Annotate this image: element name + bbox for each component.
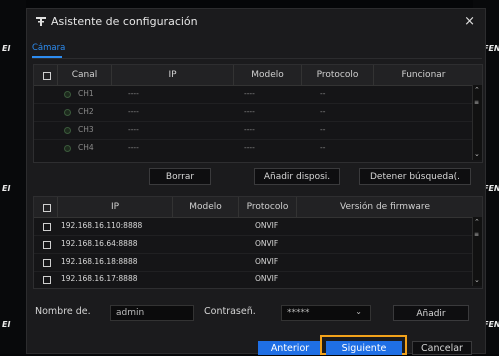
- add-button[interactable]: Añadir: [393, 305, 469, 321]
- ip-cell: 192.168.16.18:8888: [61, 257, 138, 266]
- ip-cell: 192.168.16.17:8888: [61, 274, 138, 283]
- tab-camera[interactable]: Cámara: [32, 43, 65, 53]
- channel-cell: CH4: [78, 143, 94, 152]
- select-all-cell: [34, 65, 58, 85]
- scroll-down-icon[interactable]: ⌄: [474, 151, 480, 158]
- password-input[interactable]: ***** ⌄: [281, 305, 371, 321]
- edge-text: EI: [2, 44, 11, 53]
- table-row[interactable]: 192.168.16.18:8888 ONVIF: [34, 253, 482, 272]
- wizard-icon: [36, 17, 46, 26]
- table-row[interactable]: CH2 ---- ---- --: [34, 103, 482, 122]
- row-checkbox[interactable]: [43, 241, 51, 249]
- col-model: Modelo: [173, 197, 239, 217]
- select-all-checkbox[interactable]: [43, 72, 51, 80]
- scroll-down-icon[interactable]: ⌄: [474, 277, 480, 284]
- dropdown-icon[interactable]: ⌄: [355, 305, 362, 319]
- select-all-checkbox[interactable]: [43, 204, 51, 212]
- table-row[interactable]: 192.168.16.64:8888 ONVIF: [34, 235, 482, 254]
- status-dot: [64, 145, 71, 152]
- protocol-cell: ONVIF: [255, 274, 279, 283]
- protocol-cell: ONVIF: [255, 239, 279, 248]
- username-input[interactable]: admin: [110, 305, 194, 321]
- previous-button[interactable]: Anterior: [258, 341, 322, 355]
- username-label: Nombre de.: [35, 306, 91, 317]
- scroll-up-icon[interactable]: ⌃: [474, 219, 480, 226]
- row-checkbox[interactable]: [43, 223, 51, 231]
- channel-cell: CH2: [78, 107, 94, 116]
- password-value: *****: [287, 308, 310, 318]
- edge-text: EI: [2, 320, 11, 329]
- col-model: Modelo: [234, 65, 302, 85]
- delete-button[interactable]: Borrar: [149, 168, 211, 185]
- protocol-cell: --: [320, 107, 326, 116]
- ip-cell: ----: [128, 143, 139, 152]
- col-ip: IP: [58, 197, 173, 217]
- device-table-scrollbar[interactable]: ⌃ ≡ ⌄: [472, 85, 482, 160]
- setup-wizard-dialog: Asistente de configuración × Cámara Cana…: [26, 8, 486, 355]
- device-table-header: Canal IP Modelo Protocolo Funcionar: [34, 65, 482, 86]
- status-dot: [64, 91, 71, 98]
- edge-text: EI: [2, 184, 11, 193]
- protocol-cell: --: [320, 143, 326, 152]
- model-cell: ----: [244, 107, 255, 116]
- row-checkbox[interactable]: [43, 276, 51, 284]
- col-protocol: Protocolo: [302, 65, 374, 85]
- channel-cell: CH1: [78, 89, 94, 98]
- row-checkbox[interactable]: [43, 259, 51, 267]
- dialog-title: Asistente de configuración: [51, 15, 198, 28]
- search-table-scrollbar[interactable]: ⌃ ≡ ⌄: [472, 217, 482, 286]
- col-ip: IP: [112, 65, 234, 85]
- search-table-header: IP Modelo Protocolo Versión de firmware: [34, 197, 482, 218]
- table-row[interactable]: CH1 ---- ---- --: [34, 85, 482, 104]
- scroll-up-icon[interactable]: ⌃: [474, 87, 480, 94]
- protocol-cell: --: [320, 125, 326, 134]
- cancel-button[interactable]: Cancelar: [412, 341, 472, 355]
- table-row[interactable]: CH4 ---- ---- --: [34, 139, 482, 157]
- col-channel: Canal: [58, 65, 112, 85]
- select-all-cell: [34, 197, 58, 217]
- add-device-button[interactable]: Añadir disposi.: [254, 168, 340, 185]
- col-operate: Funcionar: [401, 70, 446, 80]
- status-dot: [64, 127, 71, 134]
- search-results-table: IP Modelo Protocolo Versión de firmware …: [33, 196, 483, 289]
- divider: [32, 58, 482, 59]
- password-label: Contraseñ.: [204, 306, 256, 317]
- model-cell: ----: [244, 125, 255, 134]
- close-icon[interactable]: ×: [464, 14, 475, 29]
- device-table: Canal IP Modelo Protocolo Funcionar CH1 …: [33, 64, 483, 163]
- next-button[interactable]: Siguiente: [326, 341, 402, 355]
- table-row[interactable]: 192.168.16.17:8888 ONVIF: [34, 271, 482, 287]
- col-protocol: Protocolo: [239, 197, 297, 217]
- col-firmware: Versión de firmware: [340, 202, 430, 212]
- ip-cell: 192.168.16.110:8888: [61, 221, 143, 230]
- background-left: EI EI EI: [0, 0, 26, 354]
- table-row[interactable]: 192.168.16.110:8888 ONVIF: [34, 217, 482, 236]
- status-dot: [64, 109, 71, 116]
- model-cell: ----: [244, 143, 255, 152]
- ip-cell: 192.168.16.64:8888: [61, 239, 138, 248]
- model-cell: ----: [244, 89, 255, 98]
- scroll-thumb-icon[interactable]: ≡: [474, 99, 479, 106]
- channel-cell: CH3: [78, 125, 94, 134]
- ip-cell: ----: [128, 125, 139, 134]
- protocol-cell: ONVIF: [255, 221, 279, 230]
- table-row[interactable]: CH3 ---- ---- --: [34, 121, 482, 140]
- scroll-thumb-icon[interactable]: ≡: [474, 231, 479, 238]
- ip-cell: ----: [128, 89, 139, 98]
- protocol-cell: --: [320, 89, 326, 98]
- ip-cell: ----: [128, 107, 139, 116]
- protocol-cell: ONVIF: [255, 257, 279, 266]
- stop-search-button[interactable]: Detener búsqueda(.: [359, 168, 471, 185]
